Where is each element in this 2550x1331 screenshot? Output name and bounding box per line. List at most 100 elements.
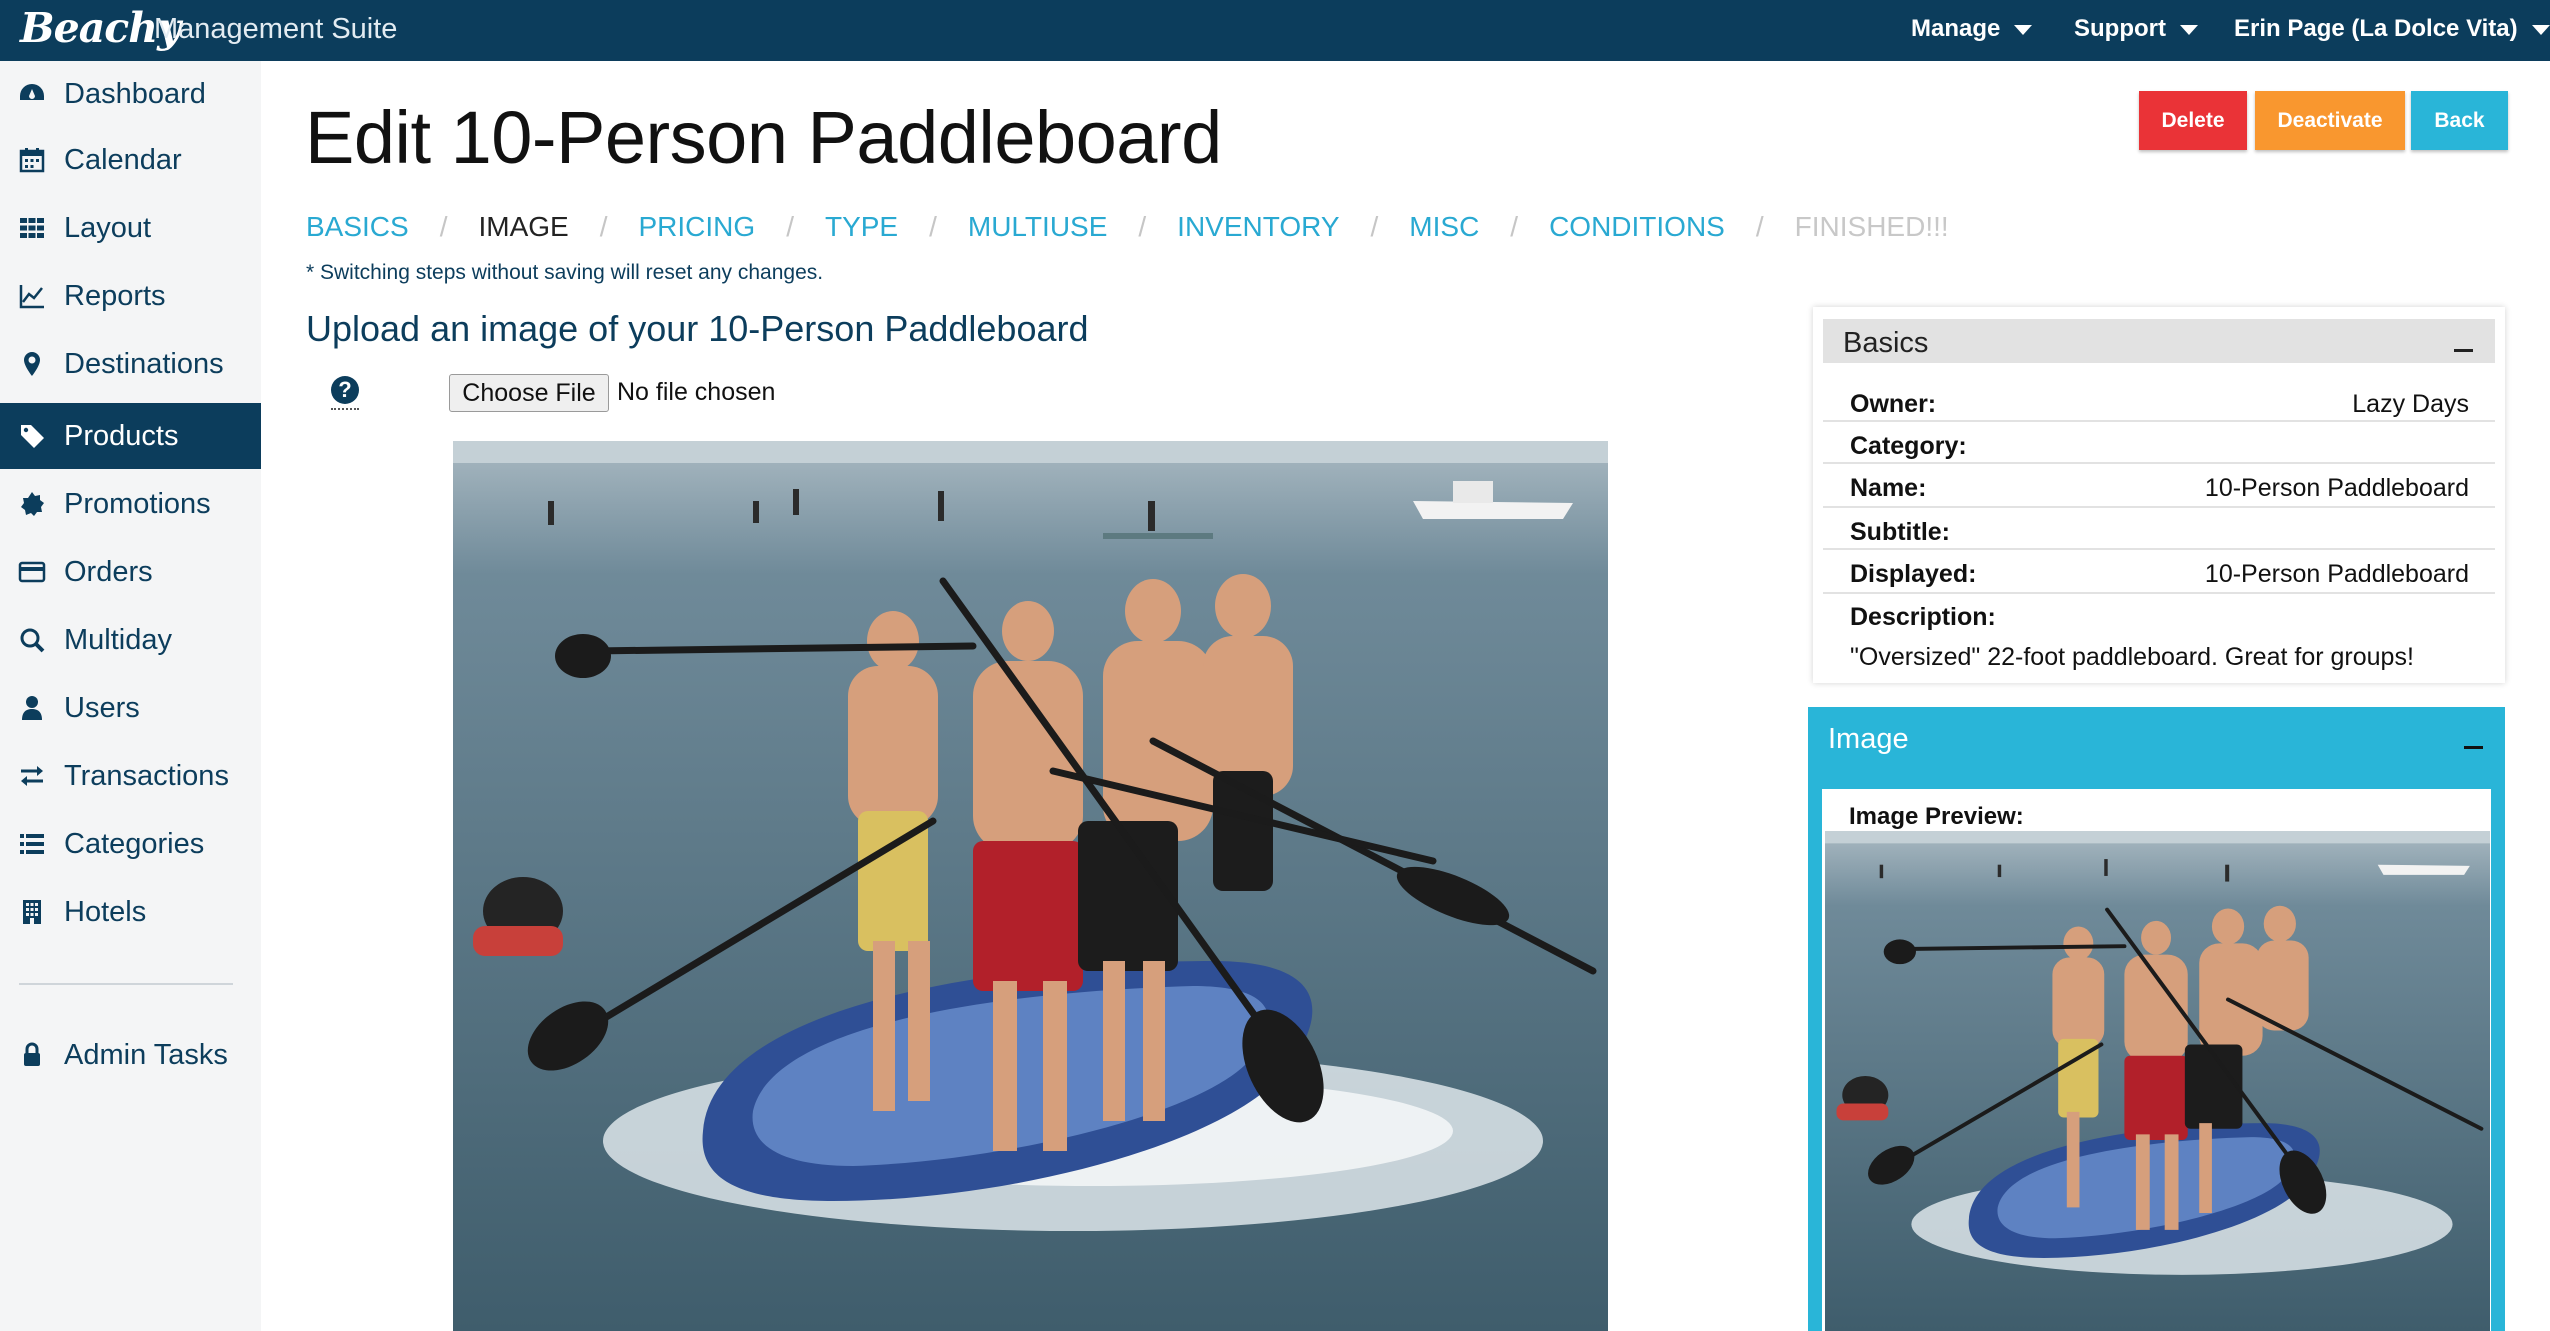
exchange-icon [0, 762, 64, 790]
user-menu-label: Erin Page (La Dolce Vita) [2234, 15, 2518, 42]
sidebar-item-categories[interactable]: Categories [0, 811, 261, 877]
suite-title: Management Suite [154, 13, 398, 45]
sidebar-item-hotels[interactable]: Hotels [0, 879, 261, 945]
step-misc[interactable]: MISC [1409, 211, 1479, 243]
sidebar-item-label: Products [64, 419, 179, 452]
step-pricing[interactable]: PRICING [639, 211, 756, 243]
file-status: No file chosen [617, 378, 776, 406]
step-conditions[interactable]: CONDITIONS [1549, 211, 1725, 243]
row-description: Description: "Oversized" 22-foot paddleb… [1823, 596, 2495, 680]
step-multiuse[interactable]: MULTIUSE [968, 211, 1108, 243]
sidebar-item-label: Hotels [64, 895, 147, 928]
sidebar-item-label: Reports [64, 279, 166, 312]
step-separator: / [1370, 211, 1379, 242]
step-separator: / [1510, 211, 1519, 242]
choose-file-button[interactable]: Choose File [449, 374, 609, 412]
sidebar-item-reports[interactable]: Reports [0, 263, 261, 329]
sidebar-item-products[interactable]: Products [0, 403, 261, 469]
description-value: "Oversized" 22-foot paddleboard. Great f… [1850, 643, 2414, 671]
caret-down-icon [2179, 25, 2198, 35]
name-label: Name: [1850, 474, 1927, 502]
row-subtitle: Subtitle: [1823, 510, 2495, 550]
step-basics[interactable]: BASICS [306, 211, 409, 243]
sidebar-item-label: Users [64, 691, 140, 724]
caret-down-icon [2014, 25, 2033, 35]
step-separator: / [599, 211, 608, 242]
back-button[interactable]: Back [2411, 91, 2508, 150]
page-title: Edit 10-Person Paddleboard [305, 96, 1222, 179]
sidebar: Dashboard Calendar Layout Reports Destin… [0, 61, 261, 1331]
collapse-icon[interactable] [2454, 349, 2473, 352]
deactivate-button[interactable]: Deactivate [2255, 91, 2405, 150]
step-separator: / [1755, 211, 1764, 242]
support-menu-label: Support [2074, 15, 2166, 42]
support-menu[interactable]: Support [2074, 15, 2198, 43]
sidebar-item-label: Admin Tasks [64, 1038, 228, 1071]
step-inventory[interactable]: INVENTORY [1177, 211, 1339, 243]
row-category: Category: [1823, 424, 2495, 464]
image-preview-label: Image Preview: [1849, 803, 2024, 830]
sidebar-item-label: Orders [64, 555, 153, 588]
sidebar-item-destinations[interactable]: Destinations [0, 331, 261, 397]
basics-panel-header[interactable]: Basics [1823, 319, 2495, 363]
tag-icon [0, 422, 64, 450]
step-navigation: BASICS / IMAGE / PRICING / TYPE / MULTIU… [306, 207, 1949, 247]
step-type[interactable]: TYPE [825, 211, 898, 243]
dashboard-icon [0, 80, 64, 108]
step-separator: / [786, 211, 794, 242]
map-marker-icon [0, 350, 64, 378]
owner-value: Lazy Days [2352, 390, 2469, 418]
sidebar-item-label: Destinations [64, 347, 224, 380]
image-preview [1825, 831, 2490, 1331]
help-underline [331, 408, 359, 410]
step-separator: / [439, 211, 448, 242]
subtitle-label: Subtitle: [1850, 518, 1950, 546]
top-bar: Beachy Management Suite Manage Support E… [0, 0, 2550, 61]
sidebar-item-layout[interactable]: Layout [0, 195, 261, 261]
sidebar-item-calendar[interactable]: Calendar [0, 127, 261, 193]
collapse-icon[interactable] [2464, 746, 2483, 749]
sidebar-item-orders[interactable]: Orders [0, 539, 261, 605]
credit-card-icon [0, 558, 64, 586]
calendar-icon [0, 146, 64, 174]
displayed-value: 10-Person Paddleboard [2204, 560, 2469, 588]
category-label: Category: [1850, 432, 1967, 460]
delete-button[interactable]: Delete [2139, 91, 2247, 150]
sidebar-item-dashboard[interactable]: Dashboard [0, 61, 261, 127]
basics-panel: Basics Owner: Lazy Days Category: Name: … [1813, 307, 2505, 683]
owner-label: Owner: [1850, 390, 1937, 418]
description-label: Description: [1850, 603, 1996, 631]
basics-panel-title: Basics [1843, 327, 1929, 359]
sidebar-item-label: Layout [64, 211, 152, 244]
user-icon [0, 694, 64, 722]
building-icon [0, 898, 64, 926]
step-separator: / [1138, 211, 1147, 242]
grid-icon [0, 214, 64, 242]
step-separator: / [929, 211, 937, 242]
row-name: Name: 10-Person Paddleboard [1823, 466, 2495, 508]
name-value: 10-Person Paddleboard [2204, 474, 2469, 502]
image-panel-title: Image [1828, 723, 1909, 755]
sidebar-item-label: Calendar [64, 143, 182, 176]
search-icon [0, 626, 64, 654]
sidebar-item-multiday[interactable]: Multiday [0, 607, 261, 673]
manage-menu[interactable]: Manage [1911, 15, 2033, 43]
sidebar-divider [19, 983, 233, 985]
sidebar-item-admin-tasks[interactable]: Admin Tasks [0, 1022, 261, 1088]
line-chart-icon [0, 282, 64, 310]
manage-menu-label: Manage [1911, 15, 2001, 42]
sidebar-item-users[interactable]: Users [0, 675, 261, 741]
sidebar-item-promotions[interactable]: Promotions [0, 471, 261, 537]
sidebar-item-label: Dashboard [64, 77, 206, 110]
displayed-label: Displayed: [1850, 560, 1977, 588]
sidebar-item-label: Categories [64, 827, 205, 860]
caret-down-icon [2531, 25, 2550, 35]
user-menu[interactable]: Erin Page (La Dolce Vita) [2234, 15, 2550, 43]
sidebar-item-label: Promotions [64, 487, 211, 520]
lock-icon [0, 1041, 64, 1069]
badge-icon [0, 490, 64, 518]
list-icon [0, 830, 64, 858]
sidebar-item-transactions[interactable]: Transactions [0, 743, 261, 809]
help-icon[interactable]: ? [331, 376, 359, 404]
step-image: IMAGE [478, 211, 569, 242]
